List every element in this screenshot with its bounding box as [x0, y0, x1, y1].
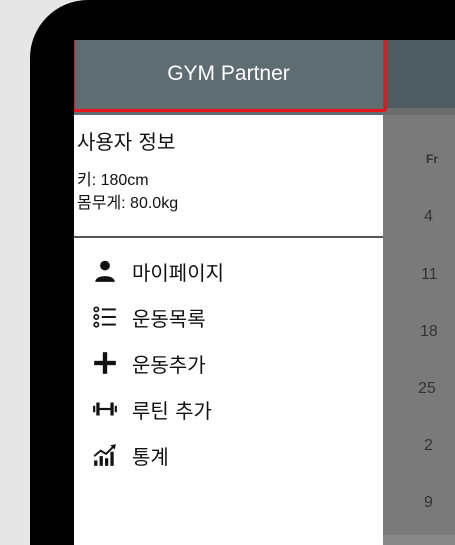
- chart-icon: [93, 444, 116, 466]
- dumbbell-icon: [93, 402, 117, 416]
- menu-item-label: 루틴 추가: [132, 399, 212, 423]
- menu-item-mypage[interactable]: 마이페이지: [74, 252, 383, 292]
- menu-item-label: 마이페이지: [132, 261, 224, 285]
- menu-item-add-routine[interactable]: 루틴 추가: [74, 390, 383, 430]
- calendar-date[interactable]: 9: [424, 494, 433, 512]
- calendar-date[interactable]: 2: [424, 437, 433, 455]
- plus-icon: [94, 352, 116, 374]
- bottom-edge: [383, 535, 455, 545]
- calendar-date[interactable]: 18: [420, 323, 438, 341]
- divider: [74, 236, 383, 238]
- highlight-box: [74, 40, 387, 112]
- menu-item-statistics[interactable]: 통계: [74, 436, 383, 476]
- device-frame: i Fr S 4 11 18 25 2 9 5 1 1 2 3 1 GYM Pa…: [30, 0, 455, 545]
- menu-item-label: 통계: [132, 445, 169, 469]
- calendar-day-header-fr: Fr: [426, 152, 438, 166]
- menu-item-add-exercise[interactable]: 운동추가: [74, 344, 383, 384]
- calendar-header-strip: [383, 108, 455, 115]
- menu-item-label: 운동목록: [132, 307, 206, 331]
- calendar-date[interactable]: 4: [424, 208, 433, 226]
- menu-item-exercise-list[interactable]: 운동목록: [74, 298, 383, 338]
- navigation-drawer: GYM Partner 사용자 정보 키: 180cm 몸무게: 80.0kg …: [74, 40, 387, 545]
- user-height: 키: 180cm: [77, 172, 149, 189]
- calendar-date[interactable]: 25: [418, 380, 436, 398]
- person-icon: [95, 260, 115, 282]
- menu-item-label: 운동추가: [132, 353, 206, 377]
- list-icon: [93, 306, 116, 328]
- user-info-heading: 사용자 정보: [77, 130, 176, 154]
- user-weight: 몸무게: 80.0kg: [77, 195, 179, 212]
- app-screen: i Fr S 4 11 18 25 2 9 5 1 1 2 3 1 GYM Pa…: [74, 40, 455, 545]
- calendar-date[interactable]: 11: [421, 266, 438, 284]
